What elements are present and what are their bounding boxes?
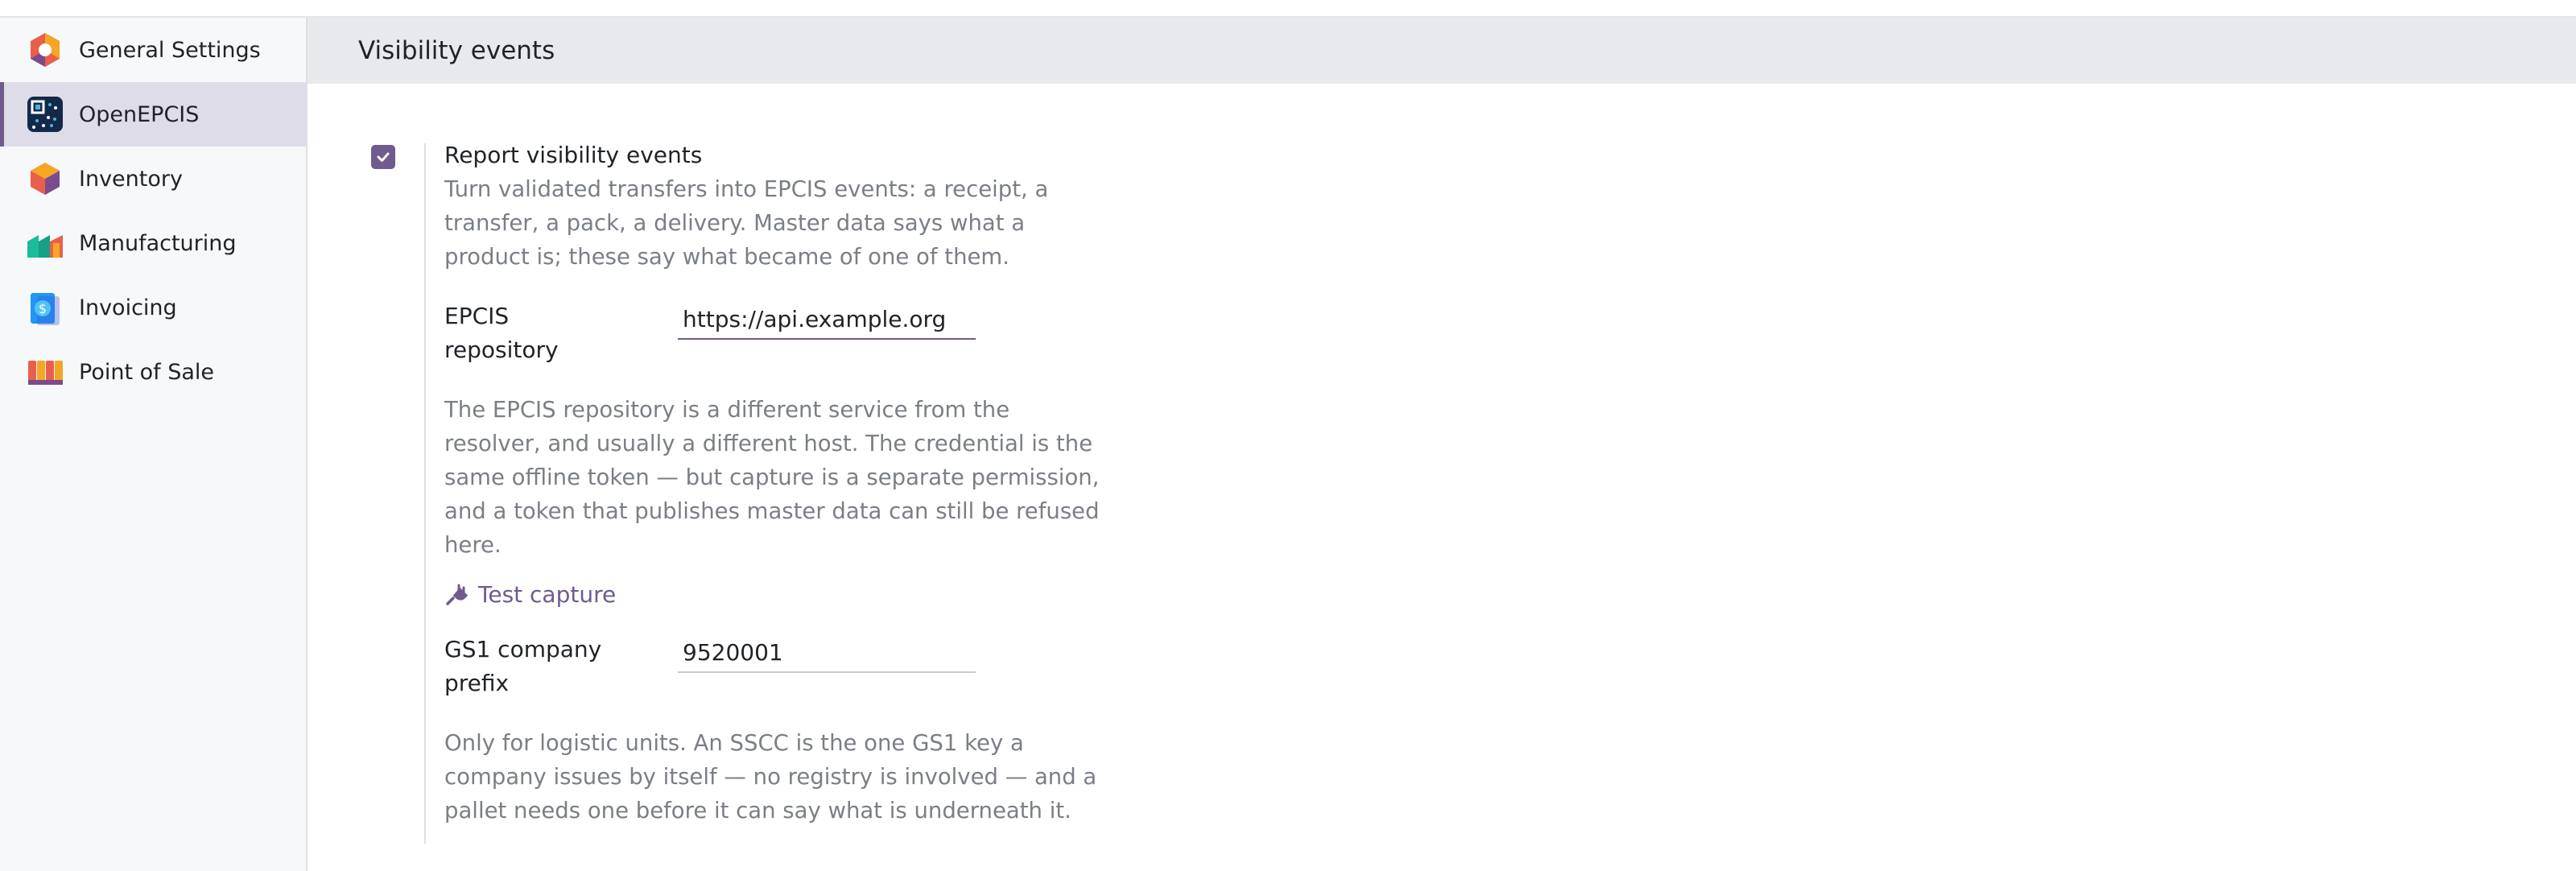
plug-icon	[446, 584, 469, 605]
setting-divider	[424, 143, 426, 844]
settings-main: Visibility events Report visibility even…	[308, 18, 2576, 871]
point-of-sale-icon	[24, 351, 66, 393]
company-prefix-row: GS1 company prefix	[444, 633, 1104, 700]
setting-content: Report visibility events Turn validated …	[444, 138, 1104, 828]
company-prefix-label: GS1 company prefix	[444, 636, 602, 696]
company-prefix-help: Only for logistic units. An SSCC is the …	[444, 730, 1097, 824]
checkmark-icon	[377, 152, 390, 162]
sidebar-item-inventory[interactable]: Inventory	[0, 147, 306, 211]
section-header: Visibility events	[308, 18, 2576, 84]
sidebar-item-label: General Settings	[79, 37, 261, 63]
sidebar-item-manufacturing[interactable]: Manufacturing	[0, 211, 306, 275]
sidebar-item-label: Point of Sale	[79, 359, 215, 385]
report-visibility-checkbox[interactable]	[371, 145, 395, 169]
settings-sidebar: General Settings OpenEPCIS Inventory Man…	[0, 18, 308, 871]
repository-help: The EPCIS repository is a different serv…	[444, 397, 1100, 558]
setting-description: Turn validated transfers into EPCIS even…	[444, 176, 1049, 270]
repository-row: EPCIS repository	[444, 299, 1104, 367]
sidebar-item-invoicing[interactable]: $ Invoicing	[0, 275, 306, 340]
svg-text:$: $	[39, 301, 47, 316]
sidebar-item-label: OpenEPCIS	[79, 101, 200, 127]
manufacturing-icon	[24, 222, 66, 264]
setting-title: Report visibility events	[444, 142, 703, 168]
repository-input[interactable]	[678, 299, 976, 340]
company-prefix-input[interactable]	[678, 633, 976, 673]
top-bar	[0, 0, 2576, 18]
invoicing-icon: $	[24, 287, 66, 328]
test-capture-label: Test capture	[478, 581, 617, 608]
sidebar-item-general-settings[interactable]: General Settings	[0, 18, 306, 82]
openepcis-icon	[24, 93, 66, 135]
general-settings-icon	[24, 29, 66, 71]
repository-label: EPCIS repository	[444, 303, 559, 363]
inventory-icon	[24, 158, 66, 200]
sidebar-item-point-of-sale[interactable]: Point of Sale	[0, 340, 306, 404]
test-capture-button[interactable]: Test capture	[444, 578, 1104, 612]
sidebar-item-openepcis[interactable]: OpenEPCIS	[0, 82, 306, 147]
sidebar-item-label: Inventory	[79, 166, 183, 192]
sidebar-item-label: Invoicing	[79, 295, 177, 320]
sidebar-item-label: Manufacturing	[79, 230, 237, 256]
section-title: Visibility events	[358, 36, 555, 65]
